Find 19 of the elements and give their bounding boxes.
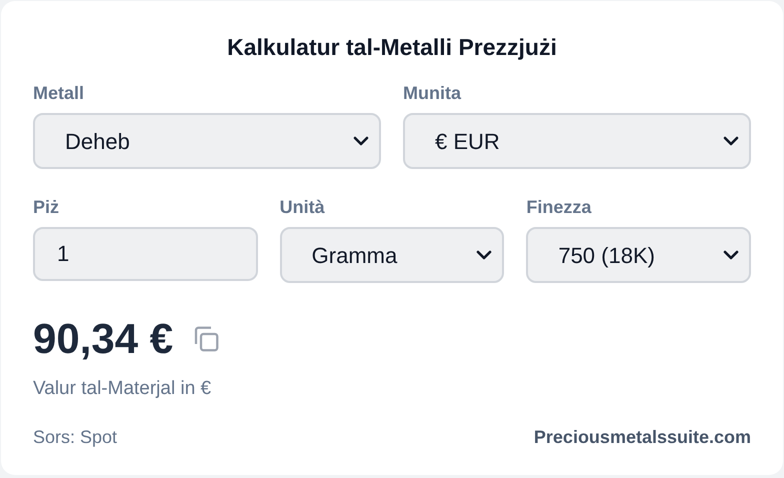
dropdown-select[interactable]: 750 (18K) <box>526 227 751 283</box>
field-label: Finezza <box>526 196 592 219</box>
price-caption: Valur tal-Materjal in € <box>33 377 212 401</box>
price-value: 90,34 € <box>33 314 174 364</box>
field-label: Munita <box>403 82 462 105</box>
chevron-down-icon <box>353 136 369 146</box>
chevron-down-icon <box>723 250 739 260</box>
source-text: Sors: Spot <box>33 426 118 449</box>
website-link[interactable]: Preciousmetalssuite.com <box>534 424 751 450</box>
dropdown-select[interactable]: Gramma <box>280 227 504 283</box>
weight-input[interactable]: 1 <box>33 227 258 281</box>
field-label: Metall <box>33 82 86 105</box>
chevron-down-icon <box>723 136 739 146</box>
field-label: Piż <box>33 196 60 219</box>
dropdown-select[interactable]: Deheb <box>33 113 381 169</box>
calculator-title: Kalkulatur tal-Metalli Prezzjużi <box>226 33 558 62</box>
chevron-down-icon <box>476 250 492 260</box>
dropdown-select[interactable]: € EUR <box>403 113 751 169</box>
field-label: Unità <box>280 196 326 219</box>
